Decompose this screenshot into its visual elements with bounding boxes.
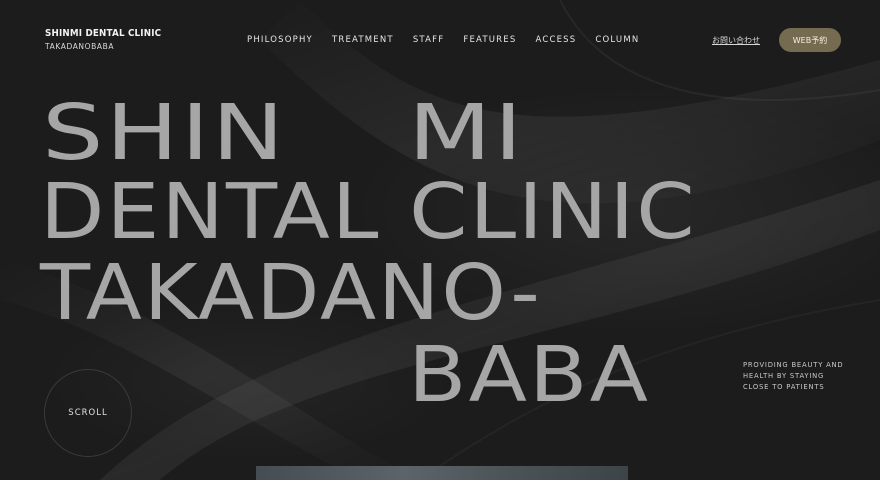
scroll-indicator[interactable]: SCROLL [44, 369, 132, 457]
hero-title-dental-clinic: DENTAL CLINIC [40, 168, 697, 257]
scroll-label: SCROLL [68, 408, 108, 418]
main-nav: PHILOSOPHY TREATMENT STAFF FEATURES ACCE… [247, 35, 639, 45]
nav-philosophy[interactable]: PHILOSOPHY [247, 35, 313, 45]
clinic-photo-preview [256, 466, 628, 480]
hero-tagline: PROVIDING BEAUTY AND HEALTH BY STAYING C… [743, 360, 843, 393]
contact-link[interactable]: お問い合わせ [712, 35, 760, 46]
nav-staff[interactable]: STAFF [413, 35, 445, 45]
hero-title-mi: MI [408, 89, 525, 178]
hero-title-baba: BABA [408, 331, 651, 420]
logo-title: SHINMI DENTAL CLINIC [45, 28, 162, 39]
logo-subtitle: TAKADANOBABA [45, 42, 115, 51]
clinic-logo[interactable]: SHINMI DENTAL CLINIC TAKADANOBABA [45, 28, 171, 51]
web-reservation-button[interactable]: WEB予約 [779, 28, 841, 52]
tagline-line: HEALTH BY STAYING [743, 372, 825, 380]
nav-column[interactable]: COLUMN [595, 35, 639, 45]
tagline-line: CLOSE TO PATIENTS [743, 383, 825, 391]
nav-access[interactable]: ACCESS [535, 35, 576, 45]
site-header: SHINMI DENTAL CLINIC TAKADANOBABA PHILOS… [0, 0, 880, 80]
nav-treatment[interactable]: TREATMENT [332, 35, 394, 45]
tagline-line: PROVIDING BEAUTY AND [743, 361, 844, 369]
hero-title-shin: SHIN [42, 89, 287, 178]
nav-features[interactable]: FEATURES [463, 35, 516, 45]
hero-title-takadano: TAKADANO- [40, 249, 542, 338]
